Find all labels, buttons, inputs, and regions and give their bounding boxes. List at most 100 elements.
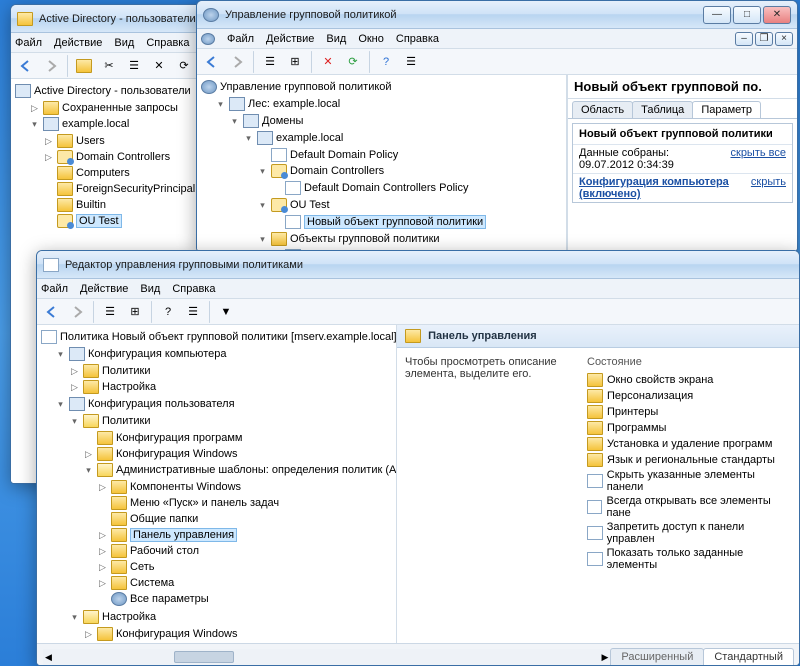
expand-icon[interactable]: ▷ bbox=[29, 103, 40, 114]
tool-icon[interactable]: ⊞ bbox=[124, 301, 146, 323]
help-icon[interactable]: ? bbox=[375, 51, 397, 73]
node-builtin[interactable]: Builtin bbox=[76, 199, 106, 211]
tree-node[interactable]: Система bbox=[130, 577, 174, 589]
menu-file[interactable]: Файл bbox=[41, 283, 68, 295]
list-item[interactable]: Персонализация bbox=[587, 388, 791, 404]
gpm-domain[interactable]: example.local bbox=[276, 132, 343, 144]
list-item[interactable]: Программы bbox=[587, 420, 791, 436]
list-item[interactable]: Показать только заданные элементы bbox=[587, 546, 791, 572]
tool-icon[interactable]: ☰ bbox=[182, 301, 204, 323]
ad-root[interactable]: Active Directory - пользователи bbox=[34, 85, 191, 97]
node-prog-config[interactable]: Конфигурация программ bbox=[116, 432, 242, 444]
menu-action[interactable]: Действие bbox=[54, 37, 102, 49]
cc-settings[interactable]: Настройка bbox=[102, 381, 156, 393]
gpe-root[interactable]: Политика Новый объект групповой политики… bbox=[60, 331, 397, 343]
tool-icon[interactable]: ☰ bbox=[400, 51, 422, 73]
help-icon[interactable]: ? bbox=[157, 301, 179, 323]
dc[interactable]: Domain Controllers bbox=[290, 165, 384, 177]
ddp[interactable]: Default Domain Policy bbox=[290, 149, 398, 161]
forward-icon[interactable] bbox=[226, 51, 248, 73]
gpe-titlebar[interactable]: Редактор управления групповыми политикам… bbox=[37, 251, 799, 279]
ou-test[interactable]: OU Test bbox=[290, 199, 330, 211]
back-icon[interactable] bbox=[15, 55, 37, 77]
tool-icon[interactable]: ☰ bbox=[259, 51, 281, 73]
tree-node[interactable]: Все параметры bbox=[130, 593, 209, 605]
ddcp[interactable]: Default Domain Controllers Policy bbox=[304, 182, 468, 194]
list-item[interactable]: Установка и удаление программ bbox=[587, 436, 791, 452]
tree-node[interactable]: Панель управления bbox=[130, 528, 237, 542]
cc-policies[interactable]: Политики bbox=[102, 365, 151, 377]
menu-help[interactable]: Справка bbox=[396, 33, 439, 45]
list-item[interactable]: Запретить доступ к панели управлен bbox=[587, 520, 791, 546]
menu-file[interactable]: Файл bbox=[15, 37, 42, 49]
tool-icon[interactable]: ☰ bbox=[99, 301, 121, 323]
close-button[interactable]: ✕ bbox=[763, 6, 791, 24]
list-item[interactable]: Язык и региональные стандарты bbox=[587, 452, 791, 468]
gpm-tree[interactable]: Управление групповой политикой ▾Лес: exa… bbox=[197, 75, 567, 251]
tree-node[interactable]: Меню «Пуск» и панель задач bbox=[130, 497, 279, 509]
menu-help[interactable]: Справка bbox=[146, 37, 189, 49]
delete-icon[interactable]: ✕ bbox=[317, 51, 339, 73]
tree-node[interactable]: Сеть bbox=[130, 561, 154, 573]
gpe-window[interactable]: Редактор управления групповыми политикам… bbox=[36, 250, 800, 666]
refresh-icon[interactable]: ⟳ bbox=[173, 55, 195, 77]
gpm-titlebar[interactable]: Управление групповой политикой — □ ✕ bbox=[197, 1, 797, 29]
list-item[interactable]: Скрыть указанные элементы панели bbox=[587, 468, 791, 494]
node-users[interactable]: Users bbox=[76, 135, 105, 147]
domains[interactable]: Домены bbox=[262, 115, 303, 127]
tool-icon[interactable]: ⊞ bbox=[284, 51, 306, 73]
cut-icon[interactable]: ✂ bbox=[98, 55, 120, 77]
tab-table[interactable]: Таблица bbox=[632, 101, 693, 118]
mdi-max-button[interactable]: ❐ bbox=[755, 32, 773, 46]
saved-queries[interactable]: Сохраненные запросы bbox=[62, 102, 178, 114]
back-icon[interactable] bbox=[41, 301, 63, 323]
tab-extended[interactable]: Расширенный bbox=[610, 648, 704, 665]
gpe-menubar[interactable]: Файл Действие Вид Справка bbox=[37, 279, 799, 299]
rpane-list[interactable]: Состояние Окно свойств экранаПерсонализа… bbox=[587, 356, 791, 572]
gpm-root[interactable]: Управление групповой политикой bbox=[220, 81, 392, 93]
tree-node[interactable]: Компоненты Windows bbox=[130, 481, 241, 493]
up-icon[interactable] bbox=[73, 55, 95, 77]
ad-titlebar[interactable]: Active Directory - пользователи и к bbox=[11, 5, 214, 33]
menu-help[interactable]: Справка bbox=[172, 283, 215, 295]
collapse-icon[interactable]: ▾ bbox=[29, 119, 40, 130]
forward-icon[interactable] bbox=[66, 301, 88, 323]
computer-config[interactable]: Конфигурация компьютера bbox=[88, 348, 226, 360]
forward-icon[interactable] bbox=[40, 55, 62, 77]
mdi-min-button[interactable]: – bbox=[735, 32, 753, 46]
ad-domain[interactable]: example.local bbox=[62, 118, 129, 130]
list-item[interactable]: Принтеры bbox=[587, 404, 791, 420]
uc-set-winconfig[interactable]: Конфигурация Windows bbox=[116, 628, 238, 640]
gpos[interactable]: Объекты групповой политики bbox=[290, 233, 440, 245]
gpe-tree[interactable]: Политика Новый объект групповой политики… bbox=[37, 325, 397, 643]
hide-link[interactable]: скрыть bbox=[751, 176, 786, 200]
user-config[interactable]: Конфигурация пользователя bbox=[88, 398, 235, 410]
list-item[interactable]: Всегда открывать все элементы пане bbox=[587, 494, 791, 520]
back-icon[interactable] bbox=[201, 51, 223, 73]
new-gpo[interactable]: Новый объект групповой политики bbox=[304, 215, 486, 229]
ad-menubar[interactable]: Файл Действие Вид Справка bbox=[11, 33, 214, 53]
uc-policies[interactable]: Политики bbox=[102, 415, 151, 427]
tree-node[interactable]: Рабочий стол bbox=[130, 545, 199, 557]
node-admtpl[interactable]: Административные шаблоны: определения по… bbox=[116, 464, 397, 476]
tree-node[interactable]: Общие папки bbox=[130, 513, 198, 525]
menu-file[interactable]: Файл bbox=[227, 33, 254, 45]
node-outest[interactable]: OU Test bbox=[76, 214, 122, 228]
gpm-window[interactable]: Управление групповой политикой — □ ✕ Фай… bbox=[196, 0, 798, 252]
menu-view[interactable]: Вид bbox=[140, 283, 160, 295]
node-win-config[interactable]: Конфигурация Windows bbox=[116, 448, 238, 460]
menu-view[interactable]: Вид bbox=[326, 33, 346, 45]
mdi-close-button[interactable]: × bbox=[775, 32, 793, 46]
tab-scope[interactable]: Область bbox=[572, 101, 633, 118]
menu-window[interactable]: Окно bbox=[358, 33, 384, 45]
minimize-button[interactable]: — bbox=[703, 6, 731, 24]
hide-all-link[interactable]: скрыть все bbox=[731, 147, 787, 171]
menu-action[interactable]: Действие bbox=[80, 283, 128, 295]
delete-icon[interactable]: ✕ bbox=[148, 55, 170, 77]
node-computers[interactable]: Computers bbox=[76, 167, 130, 179]
refresh-icon[interactable]: ⟳ bbox=[342, 51, 364, 73]
filter-icon[interactable]: ▼ bbox=[215, 301, 237, 323]
props-icon[interactable]: ☰ bbox=[123, 55, 145, 77]
computer-config-link[interactable]: Конфигурация компьютера (включено) bbox=[579, 176, 751, 200]
tab-standard[interactable]: Стандартный bbox=[703, 648, 794, 665]
